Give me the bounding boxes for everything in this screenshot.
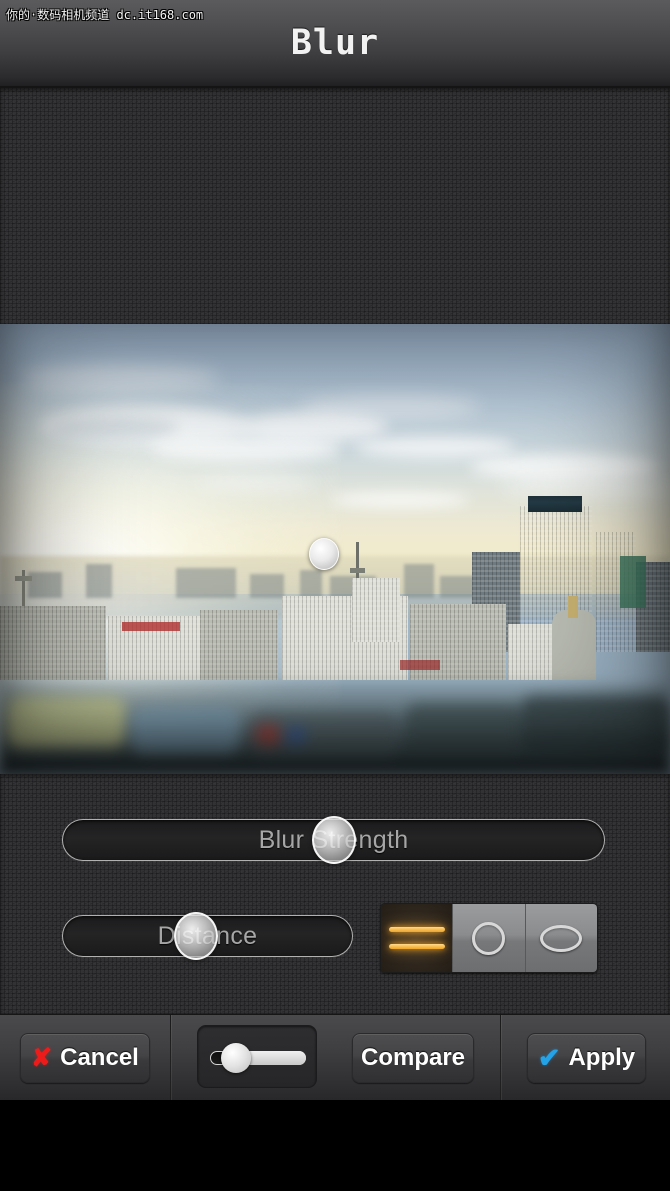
red-signage <box>122 622 180 631</box>
cloud <box>196 474 316 490</box>
building <box>0 606 106 680</box>
green-tower <box>620 556 646 608</box>
top-spacer-panel <box>0 88 670 324</box>
radio-tower-arm <box>15 576 32 581</box>
controls-panel: Blur Strength Distance <box>0 774 670 1014</box>
compare-button[interactable]: Compare <box>352 1033 474 1083</box>
far-building <box>300 570 322 598</box>
ellipse-icon <box>540 924 583 952</box>
radio-tower-arm <box>350 568 365 573</box>
blur-shape-mode-group <box>380 903 598 973</box>
building-tower <box>352 578 400 642</box>
dome-spire <box>568 596 578 618</box>
cloud <box>300 394 480 420</box>
far-building <box>176 568 236 598</box>
building <box>200 610 278 680</box>
foreground-block <box>130 706 240 754</box>
apply-check-icon: ✔ <box>537 1042 561 1073</box>
blur-strength-thumb[interactable] <box>311 816 356 864</box>
blur-editor-screen: 你的·数码相机频道 dc.it168.com Blur Blur Strengt… <box>0 0 670 1191</box>
cloud <box>330 492 470 508</box>
blur-center-handle-icon[interactable] <box>309 538 339 570</box>
opacity-slider[interactable] <box>197 1025 317 1088</box>
far-building <box>28 572 62 598</box>
android-navigation-bar <box>0 1100 670 1191</box>
cancel-x-icon: ✘ <box>31 1044 53 1072</box>
linear-blur-mode-button[interactable] <box>381 904 454 972</box>
apply-label: Apply <box>568 1044 636 1071</box>
site-watermark: 你的·数码相机频道 dc.it168.com <box>6 8 204 22</box>
foreground-block <box>6 696 126 748</box>
foreground-block <box>404 704 524 756</box>
circular-blur-mode-button[interactable] <box>453 904 526 972</box>
circle-icon <box>472 921 506 955</box>
elliptical-blur-mode-button[interactable] <box>525 904 597 972</box>
far-building <box>404 564 434 598</box>
cloud <box>20 364 220 392</box>
page-title: Blur <box>290 23 380 63</box>
parallel-lines-icon <box>388 923 445 953</box>
toolbar-divider <box>500 1015 501 1101</box>
apply-button[interactable]: ✔ Apply <box>527 1033 646 1083</box>
blur-strength-slider[interactable]: Blur Strength <box>62 816 605 864</box>
title-bar: 你的·数码相机频道 dc.it168.com Blur <box>0 0 670 88</box>
cancel-button[interactable]: ✘ Cancel <box>20 1033 150 1083</box>
red-signage <box>400 660 440 670</box>
toolbar-divider <box>170 1015 171 1101</box>
cancel-label: Cancel <box>60 1044 139 1071</box>
distance-slider[interactable]: Distance <box>62 912 353 960</box>
cloud <box>355 436 515 458</box>
bottom-toolbar: ✘ Cancel Compare ✔ Apply <box>0 1014 670 1101</box>
foreground-accent <box>255 724 281 746</box>
foreground-block <box>520 696 670 754</box>
compare-label: Compare <box>360 1044 466 1071</box>
domed-building <box>552 610 596 680</box>
far-building <box>86 564 112 598</box>
far-building <box>250 574 284 598</box>
foreground-accent <box>286 726 306 746</box>
skyscraper-cap <box>528 496 582 512</box>
distance-thumb[interactable] <box>173 912 218 960</box>
cloud <box>48 416 178 440</box>
opacity-slider-thumb[interactable] <box>221 1043 251 1073</box>
cloud <box>500 476 670 498</box>
